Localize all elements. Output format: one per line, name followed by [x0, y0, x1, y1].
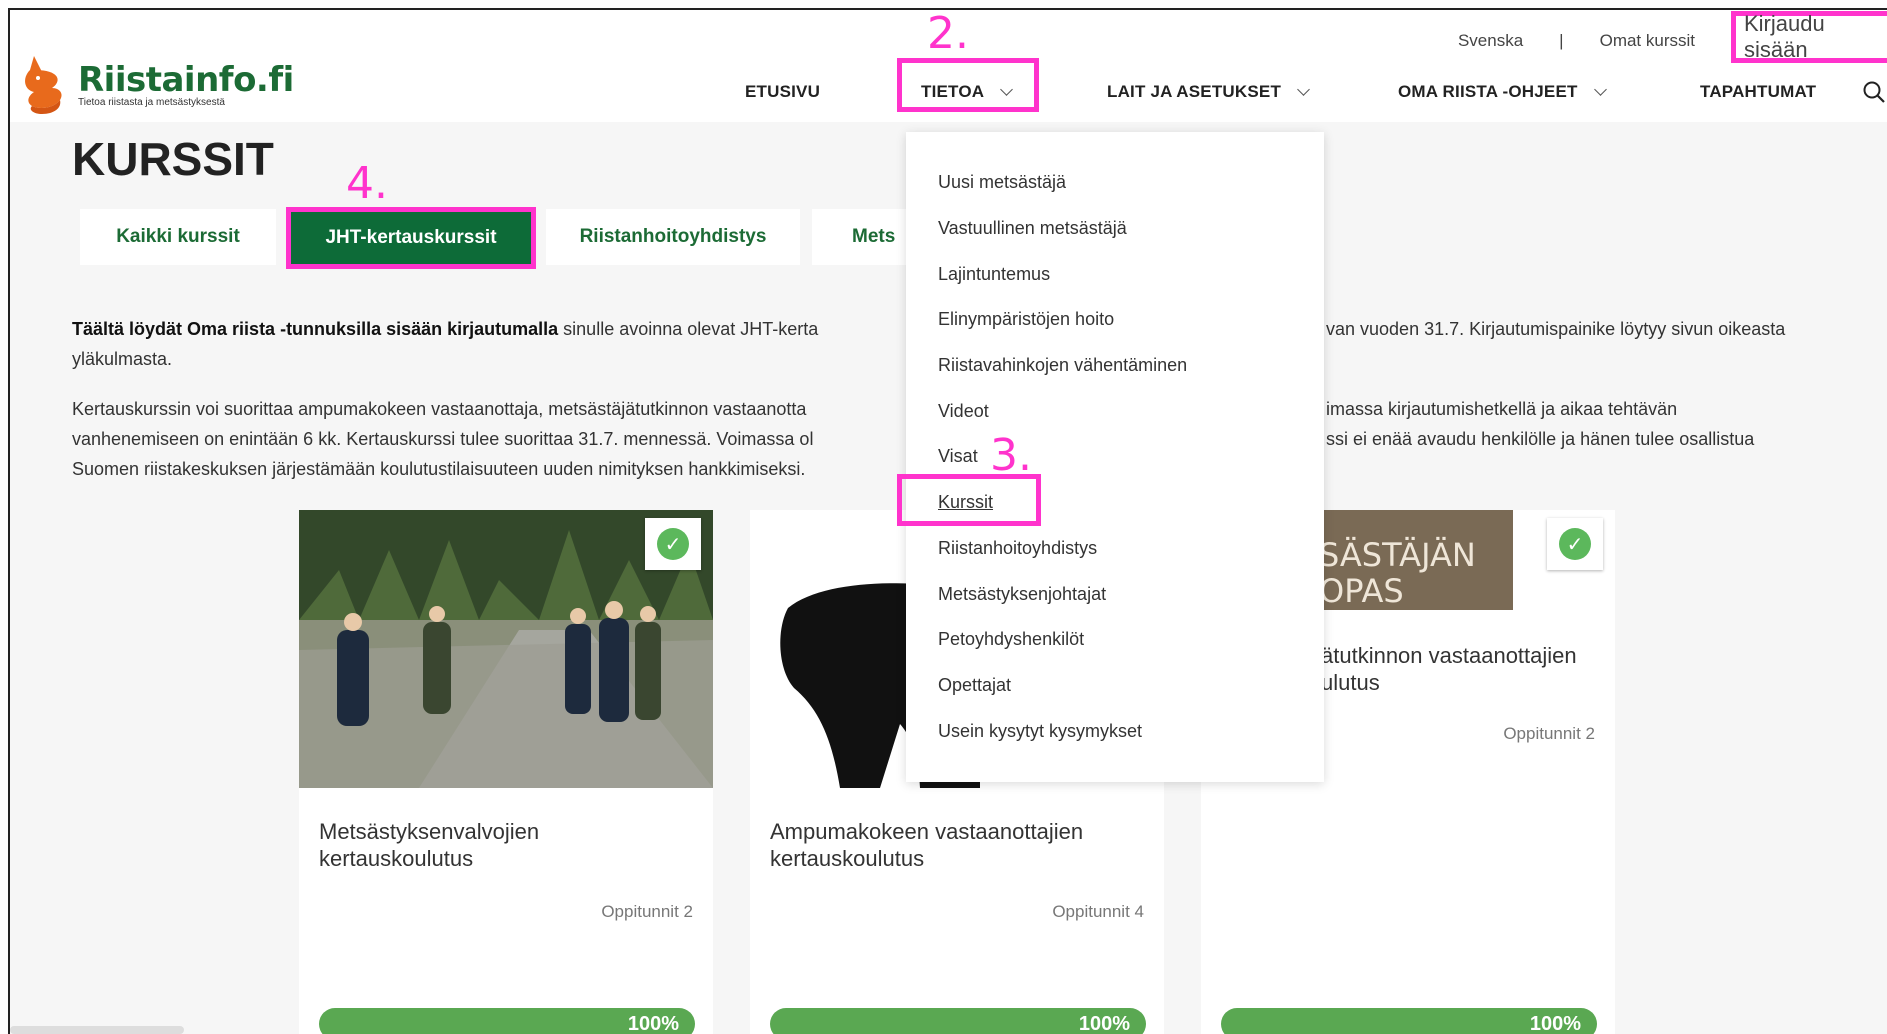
dropdown-item[interactable]: Vastuullinen metsästäjä	[938, 218, 1127, 239]
site-header: Riistainfo.fi Tietoa riistasta ja metsäs…	[10, 10, 1887, 122]
p2-line1-b: imassa kirjautumishetkellä ja aikaa teht…	[1326, 399, 1678, 419]
dropdown-item[interactable]: Riistanhoitoyhdistys	[938, 538, 1097, 559]
dropdown-item[interactable]: Riistavahinkojen vähentäminen	[938, 355, 1187, 376]
top-links-separator: |	[1559, 31, 1564, 50]
dropdown-item[interactable]: Opettajat	[938, 675, 1011, 696]
nav-home-label: ETUSIVU	[745, 82, 821, 101]
course-title-line2: ulutus	[1321, 670, 1380, 695]
nav-oma-riista-label: OMA RIISTA -OHJEET	[1398, 82, 1578, 101]
dropdown-item[interactable]: Metsästyksenjohtajat	[938, 584, 1106, 605]
dropdown-item[interactable]: Elinympäristöjen hoito	[938, 309, 1114, 330]
tietoa-dropdown-menu: Uusi metsästäjä Vastuullinen metsästäjä …	[906, 132, 1324, 782]
p2-line2-a: vanhenemiseen on enintään 6 kk. Kertausk…	[72, 429, 814, 449]
course-lessons: Oppitunnit 4	[1052, 902, 1144, 921]
image-text-line2: OPAS	[1319, 572, 1404, 610]
search-icon[interactable]	[1862, 80, 1885, 103]
p2-line1-a: Kertauskurssin voi suorittaa ampumakokee…	[72, 399, 807, 419]
dropdown-item[interactable]: Videot	[938, 401, 989, 422]
nav-oma-riista[interactable]: OMA RIISTA -OHJEET	[1398, 82, 1607, 102]
course-lessons: Oppitunnit 2	[1503, 724, 1595, 743]
horizontal-scrollbar[interactable]	[10, 1026, 184, 1034]
intro-bold: Täältä löydät Oma riista -tunnuksilla si…	[72, 319, 559, 339]
progress-label: 100%	[1529, 1013, 1581, 1034]
progress-label: 100%	[1078, 1013, 1130, 1034]
highlight-tietoa	[897, 58, 1039, 112]
course-progress-bar: 100%	[319, 1008, 695, 1034]
annotation-step-2: 2.	[927, 8, 969, 59]
course-title[interactable]: ätutkinnon vastaanottajien ulutus	[1321, 642, 1601, 696]
p2-line3: Suomen riistakeskuksen järjestämään koul…	[72, 459, 806, 479]
tab-all-courses[interactable]: Kaikki kurssit	[80, 209, 276, 265]
intro-line2: yläkulmasta.	[72, 349, 173, 369]
course-card[interactable]: ✓ Metsästyksenvalvojien kertauskoulutus …	[299, 510, 713, 1034]
progress-label: 100%	[627, 1013, 679, 1034]
course-progress-bar: 100%	[1221, 1008, 1597, 1034]
image-text-line1: SÄSTÄJÄN	[1319, 536, 1476, 574]
intro-line1-a: sinulle avoinna olevat JHT-kerta	[558, 319, 819, 339]
course-title[interactable]: Metsästyksenvalvojien kertauskoulutus	[319, 818, 679, 872]
chevron-down-icon	[1297, 82, 1310, 96]
nav-events[interactable]: TAPAHTUMAT	[1700, 82, 1816, 102]
dropdown-item[interactable]: Petoyhdyshenkilöt	[938, 629, 1084, 650]
chevron-down-icon	[1593, 82, 1607, 96]
login-button[interactable]: Kirjaudu sisään	[1731, 11, 1887, 63]
intro-line1-b: van vuoden 31.7. Kirjautumispainike löyt…	[1326, 319, 1786, 339]
nav-laws-label: LAIT JA ASETUKSET	[1107, 82, 1282, 101]
completed-check-icon: ✓	[645, 518, 701, 570]
tab-jht-courses[interactable]: JHT-kertauskurssit	[286, 207, 536, 269]
annotation-step-4: 4.	[346, 158, 388, 209]
nav-home[interactable]: ETUSIVU	[745, 82, 820, 102]
my-courses-link[interactable]: Omat kurssit	[1600, 31, 1695, 51]
p2-line2-b: ssi ei enää avaudu henkilölle ja hänen t…	[1326, 429, 1755, 449]
course-title-line1: ätutkinnon vastaanottajien	[1321, 643, 1577, 668]
browser-frame: Riistainfo.fi Tietoa riistasta ja metsäs…	[8, 8, 1887, 1034]
highlight-kurssit	[897, 474, 1041, 526]
page-title: KURSSIT	[72, 133, 274, 185]
dropdown-item[interactable]: Lajintuntemus	[938, 264, 1050, 285]
tab-rhy[interactable]: Riistanhoitoyhdistys	[546, 209, 800, 265]
dropdown-item[interactable]: Usein kysytyt kysymykset	[938, 721, 1142, 742]
course-lessons: Oppitunnit 2	[601, 902, 693, 921]
nav-events-label: TAPAHTUMAT	[1700, 82, 1817, 101]
top-links: Svenska | Omat kurssit Kirjaudu sisään	[1458, 11, 1887, 63]
annotation-step-3: 3.	[990, 430, 1032, 481]
course-title[interactable]: Ampumakokeen vastaanottajien kertauskoul…	[770, 818, 1130, 872]
language-link[interactable]: Svenska	[1458, 31, 1523, 51]
nav-laws[interactable]: LAIT JA ASETUKSET	[1107, 82, 1310, 102]
course-progress-bar: 100%	[770, 1008, 1146, 1034]
dropdown-item[interactable]: Uusi metsästäjä	[938, 172, 1066, 193]
dropdown-item[interactable]: Visat	[938, 446, 978, 467]
completed-check-icon: ✓	[1547, 518, 1603, 570]
